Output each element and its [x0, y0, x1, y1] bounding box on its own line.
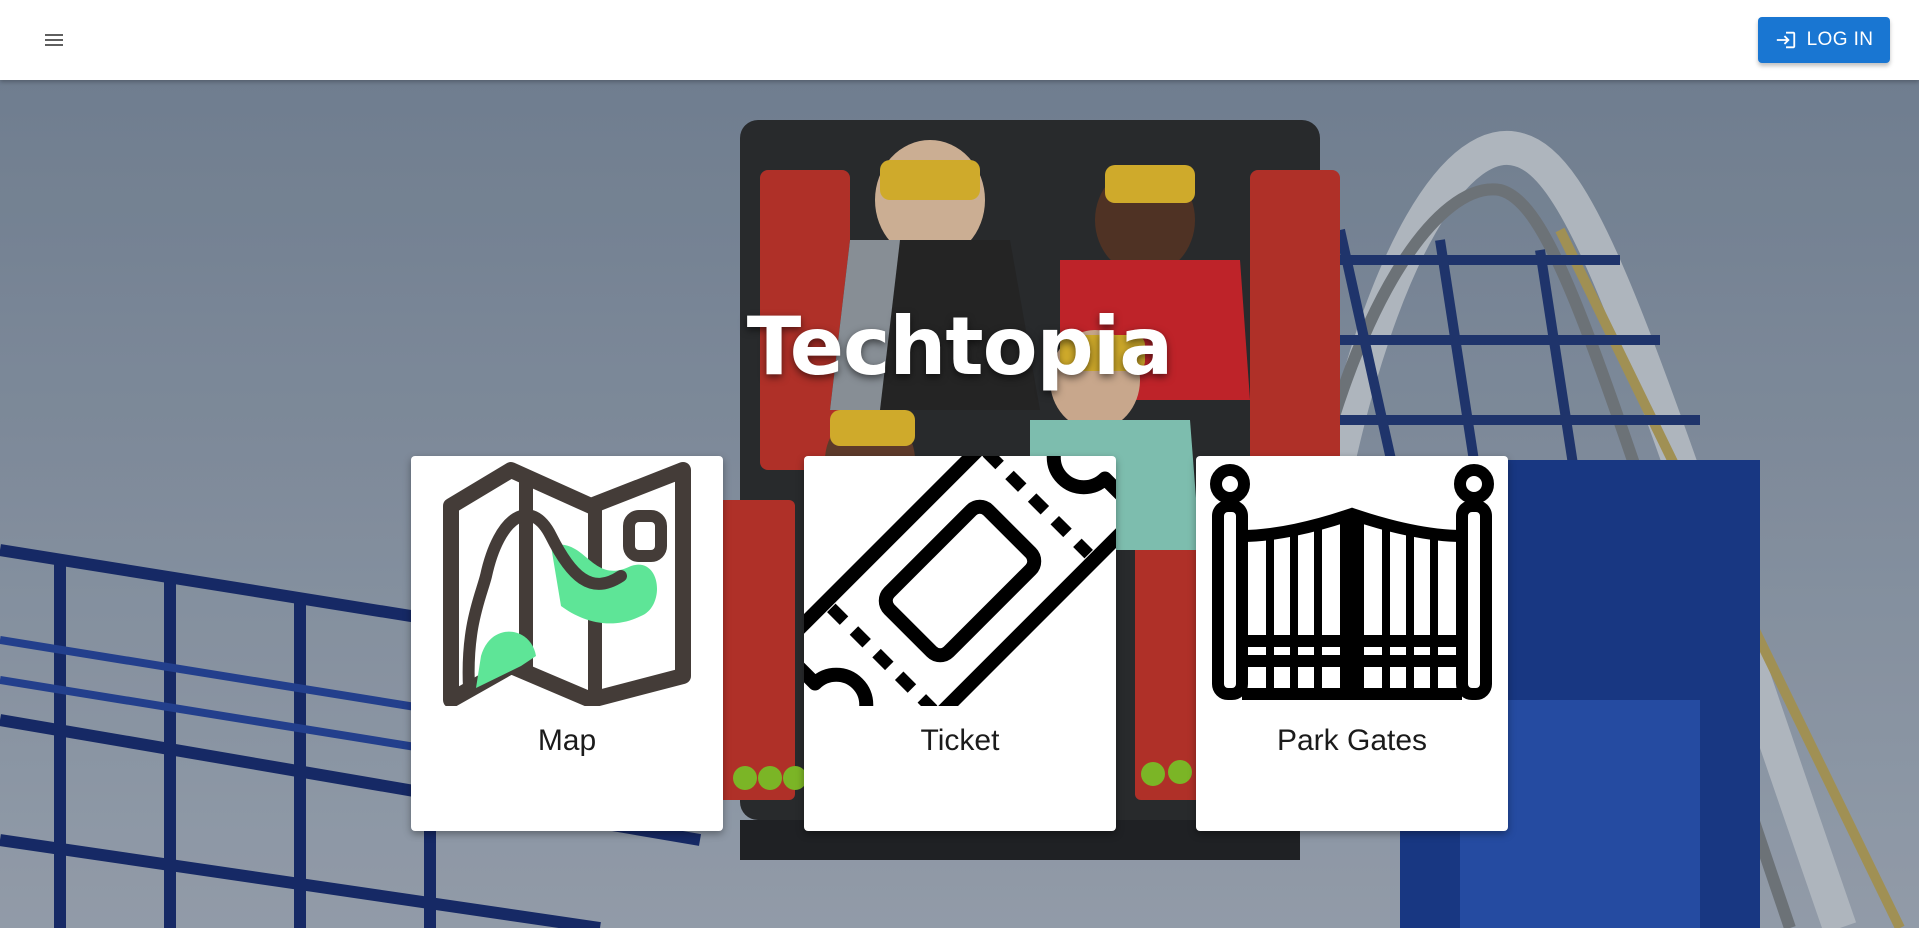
park-gates-icon — [1210, 464, 1494, 700]
ticket-card[interactable]: Ticket — [804, 456, 1116, 831]
map-label: Map — [537, 724, 597, 757]
map-card[interactable]: Map — [411, 456, 723, 831]
ticket-icon — [804, 456, 1116, 706]
login-icon — [1776, 31, 1795, 49]
login-button[interactable]: LOG IN — [1758, 17, 1890, 63]
park-gates-label: Park Gates — [1276, 724, 1428, 757]
ticket-label: Ticket — [920, 724, 1000, 757]
park-gates-card[interactable]: Park Gates — [1196, 456, 1508, 831]
hero-title: Techtopia — [746, 300, 1173, 393]
menu-button[interactable] — [34, 20, 74, 60]
login-label: LOG IN — [1806, 29, 1874, 50]
map-icon — [443, 462, 691, 706]
hamburger-menu-icon — [45, 34, 63, 46]
app-bar: LOG IN — [0, 0, 1919, 80]
